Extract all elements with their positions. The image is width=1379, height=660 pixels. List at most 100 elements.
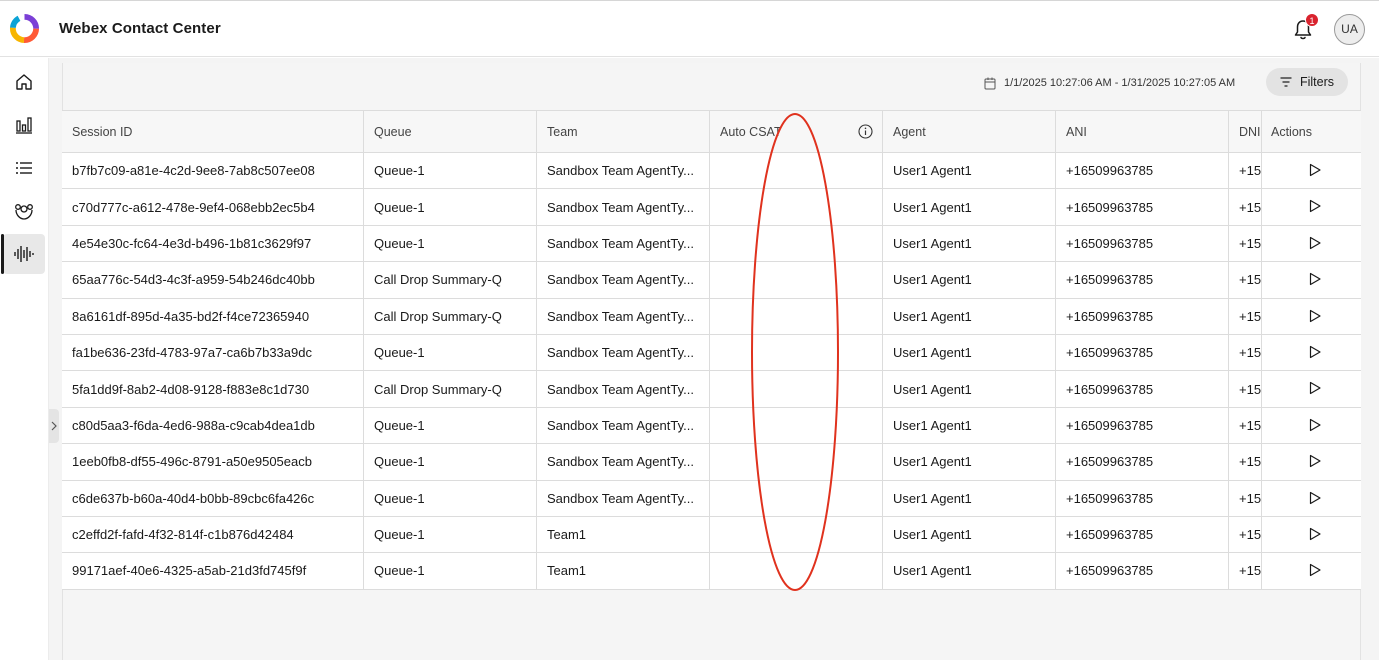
user-avatar[interactable]: UA	[1334, 14, 1365, 45]
cell-auto-csat	[710, 334, 883, 371]
cell-session-id: 65aa776c-54d3-4c3f-a959-54b246dc40bb	[62, 262, 364, 298]
cell-actions	[1261, 262, 1361, 298]
cell-session-id: 1eeb0fb8-df55-496c-8791-a50e9505eacb	[62, 444, 364, 480]
cell-dni: +15	[1239, 454, 1261, 470]
table-row[interactable]: 99171aef-40e6-4325-a5ab-21d3fd745f9f Queu…	[62, 553, 1361, 590]
cell-dni: +15	[1239, 563, 1261, 579]
date-range-picker[interactable]: 1/1/2025 10:27:06 AM - 1/31/2025 10:27:0…	[984, 74, 1235, 92]
column-header-team[interactable]: Team	[537, 111, 710, 152]
cell-actions	[1261, 334, 1361, 371]
table-row[interactable]: c2effd2f-fafd-4f32-814f-c1b876d42484 Queu…	[62, 516, 1361, 554]
cell-ani: +16509963785	[1056, 225, 1229, 262]
cell-dni: +15	[1239, 308, 1261, 324]
cell-ani: +16509963785	[1056, 480, 1229, 516]
cell-team: Sandbox Team AgentTy...	[537, 262, 710, 298]
chevron-right-icon	[51, 421, 57, 431]
cell-ani: +16509963785	[1056, 153, 1229, 189]
cell-dni: +15	[1239, 199, 1261, 215]
cell-ani: +16509963785	[1056, 516, 1229, 553]
cell-actions	[1261, 407, 1361, 444]
nav-item-analytics[interactable]	[3, 105, 45, 145]
cell-team: Sandbox Team AgentTy...	[537, 225, 710, 262]
filters-button[interactable]: Filters	[1266, 68, 1348, 96]
cell-dni: +15	[1239, 417, 1261, 433]
play-icon[interactable]	[1308, 163, 1322, 177]
cell-queue: Queue-1	[364, 334, 537, 371]
table-row[interactable]: 1eeb0fb8-df55-496c-8791-a50e9505eacb Queu…	[62, 444, 1361, 481]
app-window: Webex Contact Center 1 UA 1/1/2025 10:27…	[0, 0, 1379, 660]
play-icon[interactable]	[1308, 199, 1322, 213]
play-icon[interactable]	[1308, 345, 1322, 359]
table-row[interactable]: 5fa1dd9f-8ab2-4d08-9128-f883e8c1d730 Call…	[62, 371, 1361, 408]
cell-agent: User1 Agent1	[883, 225, 1056, 262]
cell-ani: +16509963785	[1056, 371, 1229, 407]
cell-ani: +16509963785	[1056, 334, 1229, 371]
play-icon[interactable]	[1308, 236, 1322, 250]
top-header: Webex Contact Center 1 UA	[0, 0, 1379, 57]
cell-session-id: b7fb7c09-a81e-4c2d-9ee8-7ab8c507ee08	[62, 153, 364, 189]
table-row[interactable]: 8a6161df-895d-4a35-bd2f-f4ce72365940 Call…	[62, 298, 1361, 335]
list-icon	[16, 162, 32, 174]
play-icon[interactable]	[1308, 491, 1322, 505]
cell-ani: +16509963785	[1056, 189, 1229, 225]
play-icon[interactable]	[1308, 418, 1322, 432]
column-header-auto-csat[interactable]: Auto CSAT	[710, 111, 883, 152]
cell-queue: Queue-1	[364, 225, 537, 262]
play-icon[interactable]	[1308, 309, 1322, 323]
sessions-table: Session ID Queue Team Auto CSAT Agent AN…	[62, 110, 1361, 590]
cell-dni: +15	[1239, 272, 1261, 288]
cell-agent: User1 Agent1	[883, 153, 1056, 189]
cell-dni: +15	[1239, 235, 1261, 251]
cell-dni: +15	[1239, 163, 1261, 179]
cell-auto-csat	[710, 225, 883, 262]
cell-dni: +15	[1239, 490, 1261, 506]
cell-queue: Queue-1	[364, 444, 537, 480]
home-icon	[16, 74, 32, 90]
team-icon	[15, 204, 33, 220]
cell-ani: +16509963785	[1056, 262, 1229, 298]
play-icon[interactable]	[1308, 454, 1322, 468]
table-row[interactable]: c70d777c-a612-478e-9ef4-068ebb2ec5b4 Queu…	[62, 189, 1361, 226]
nav-item-recordings[interactable]	[1, 234, 45, 274]
cell-queue: Call Drop Summary-Q	[364, 371, 537, 407]
bar-chart-icon	[16, 117, 32, 134]
table-row[interactable]: c6de637b-b60a-40d4-b0bb-89cbc6fa426c Queu…	[62, 480, 1361, 517]
cell-queue: Queue-1	[364, 516, 537, 553]
info-icon[interactable]	[858, 124, 873, 139]
left-nav-rail	[0, 58, 49, 660]
panel-expand-handle[interactable]	[49, 409, 59, 443]
cell-actions	[1261, 553, 1361, 589]
cell-team: Sandbox Team AgentTy...	[537, 189, 710, 225]
cell-dni: +15	[1239, 527, 1261, 543]
cell-auto-csat	[710, 516, 883, 553]
column-header-agent[interactable]: Agent	[883, 111, 1056, 152]
table-row[interactable]: 4e54e30c-fc64-4e3d-b496-1b81c3629f97 Queu…	[62, 225, 1361, 263]
play-icon[interactable]	[1308, 272, 1322, 286]
nav-item-teams[interactable]	[3, 191, 45, 231]
table-row[interactable]: c80d5aa3-f6da-4ed6-988a-c9cab4dea1db Queu…	[62, 407, 1361, 445]
nav-item-home[interactable]	[3, 62, 45, 102]
cell-agent: User1 Agent1	[883, 444, 1056, 480]
cell-queue: Queue-1	[364, 553, 537, 589]
cell-auto-csat	[710, 153, 883, 189]
webex-logo-icon	[9, 13, 40, 44]
play-icon[interactable]	[1308, 527, 1322, 541]
cell-auto-csat	[710, 189, 883, 225]
column-header-ani[interactable]: ANI	[1056, 111, 1229, 152]
cell-auto-csat	[710, 407, 883, 444]
play-icon[interactable]	[1308, 563, 1322, 577]
column-header-session-id[interactable]: Session ID	[62, 111, 364, 152]
table-row[interactable]: fa1be636-23fd-4783-97a7-ca6b7b33a9dc Queu…	[62, 334, 1361, 372]
filter-icon	[1280, 77, 1292, 87]
cell-session-id: c2effd2f-fafd-4f32-814f-c1b876d42484	[62, 516, 364, 553]
play-icon[interactable]	[1308, 381, 1322, 395]
cell-team: Sandbox Team AgentTy...	[537, 334, 710, 371]
cell-session-id: c80d5aa3-f6da-4ed6-988a-c9cab4dea1db	[62, 407, 364, 444]
cell-session-id: c6de637b-b60a-40d4-b0bb-89cbc6fa426c	[62, 480, 364, 516]
table-row[interactable]: 65aa776c-54d3-4c3f-a959-54b246dc40bb Call…	[62, 262, 1361, 299]
column-header-dni[interactable]: DNI	[1229, 111, 1261, 152]
nav-item-list[interactable]	[3, 148, 45, 188]
cell-auto-csat	[710, 298, 883, 334]
table-row[interactable]: b7fb7c09-a81e-4c2d-9ee8-7ab8c507ee08 Queu…	[62, 153, 1361, 190]
column-header-queue[interactable]: Queue	[364, 111, 537, 152]
